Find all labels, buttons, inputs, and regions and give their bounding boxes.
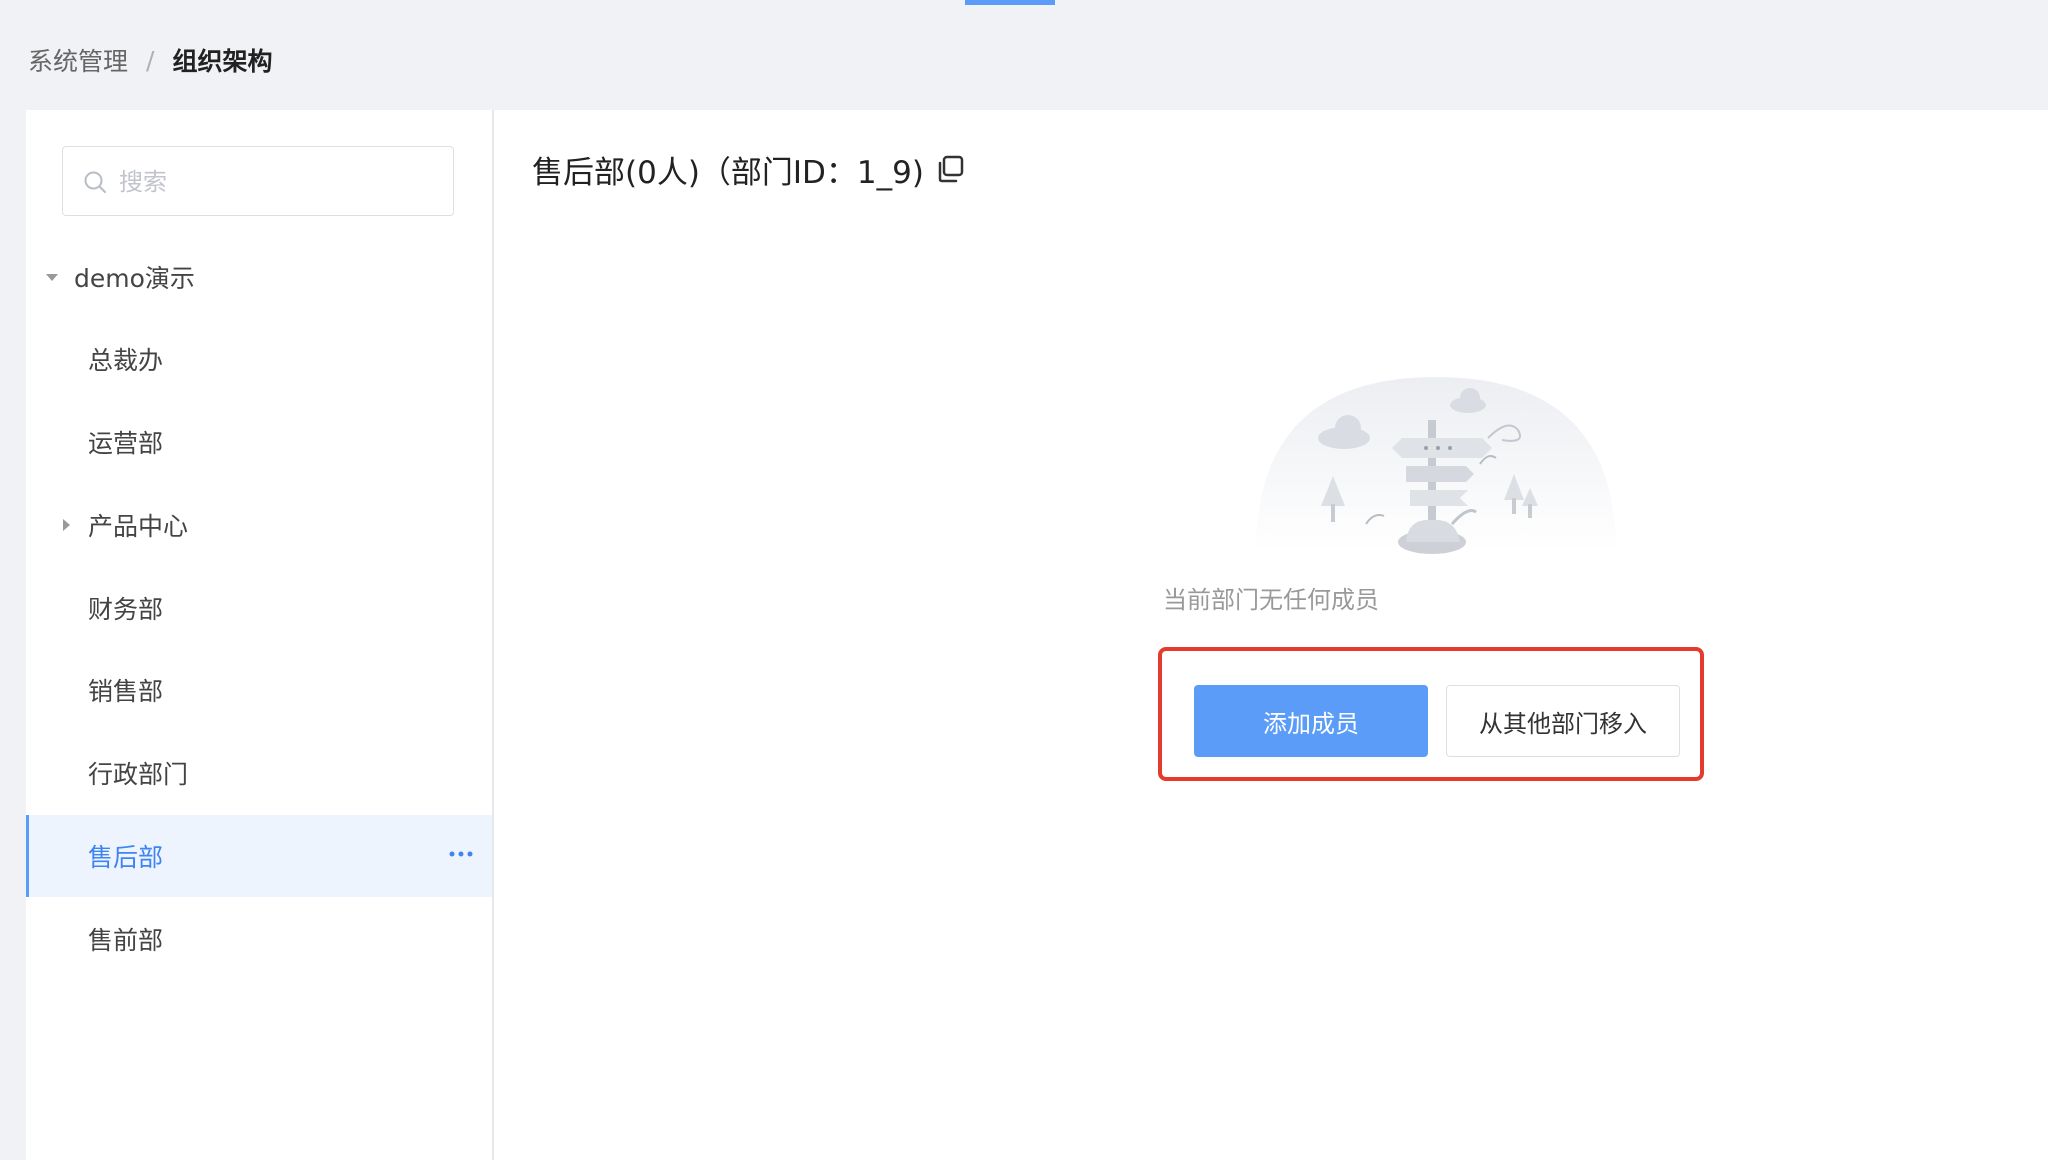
tree-node-label: 售后部 <box>88 843 164 872</box>
tree-node-pre-sales[interactable]: 售前部 <box>26 898 492 980</box>
tree-node-label: 售前部 <box>88 926 164 955</box>
department-title-text: 售后部(0人)（部门ID：1_9) <box>532 154 924 191</box>
tree-node-administration[interactable]: 行政部门 <box>26 732 492 814</box>
search-box[interactable] <box>62 146 454 217</box>
search-input[interactable] <box>117 147 441 217</box>
tree-node-root[interactable]: demo演示 <box>26 236 492 318</box>
tree-node-president-office[interactable]: 总裁办 <box>26 318 492 400</box>
tree-node-after-sales[interactable]: 售后部 <box>26 815 492 897</box>
tree-node-label: demo演示 <box>74 264 195 293</box>
tree-node-sales[interactable]: 销售部 <box>26 649 492 731</box>
breadcrumb-current: 组织架构 <box>172 47 273 76</box>
tree-node-label: 运营部 <box>88 429 164 458</box>
caret-right-icon[interactable] <box>58 517 74 533</box>
tree-node-finance[interactable]: 财务部 <box>26 567 492 649</box>
copy-icon[interactable] <box>934 153 966 185</box>
tree-node-label: 销售部 <box>88 677 164 706</box>
tree-node-label: 行政部门 <box>88 760 189 789</box>
department-title: 售后部(0人)（部门ID：1_9) <box>532 146 966 192</box>
caret-down-icon[interactable] <box>44 269 60 285</box>
tree-node-label: 财务部 <box>88 595 164 624</box>
more-icon[interactable] <box>448 847 474 861</box>
add-member-button[interactable]: 添加成员 <box>1194 685 1428 757</box>
empty-signpost-illustration <box>1256 377 1616 554</box>
search-icon <box>84 171 106 193</box>
tree-node-product-center[interactable]: 产品中心 <box>26 484 492 566</box>
empty-state-text: 当前部门无任何成员 <box>1163 586 1379 614</box>
tree-node-label: 产品中心 <box>88 512 189 541</box>
breadcrumb: 系统管理 / 组织架构 <box>28 40 272 80</box>
breadcrumb-separator: / <box>146 45 155 75</box>
department-detail-panel: 售后部(0人)（部门ID：1_9) 当前部门无任何成员 添加成员 从其他部门移入 <box>494 110 2048 1160</box>
breadcrumb-system-management[interactable]: 系统管理 <box>28 42 128 78</box>
org-tree-sidebar: demo演示 总裁办 运营部 产品中心 财务部 销售部 行政部门 售后部 售前部 <box>26 110 492 1160</box>
tree-node-label: 总裁办 <box>88 346 164 375</box>
top-tab-indicator <box>965 0 1055 5</box>
tree-node-operations[interactable]: 运营部 <box>26 401 492 483</box>
move-from-other-department-button[interactable]: 从其他部门移入 <box>1446 685 1680 757</box>
